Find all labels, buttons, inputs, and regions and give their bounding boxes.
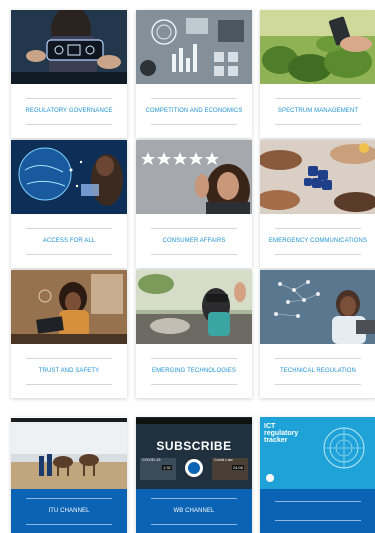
- card-title[interactable]: Spectrum Management: [278, 99, 358, 124]
- competition-economics-image: [136, 10, 252, 84]
- card-label-area: ITU Channel: [11, 489, 127, 533]
- emergency-communications-image: [260, 140, 375, 214]
- wb-channel-image: SUBSCRIBE COVID-19 Covid Law 1:32 24:06: [136, 417, 252, 489]
- divider: [26, 123, 112, 125]
- subscribe-title: SUBSCRIBE: [156, 439, 232, 453]
- card-title[interactable]: Emergency Communications: [269, 229, 367, 254]
- topic-card-spectrum-management[interactable]: Spectrum Management: [260, 10, 375, 138]
- divider: [26, 523, 112, 525]
- channel-card-itu[interactable]: ITU Channel: [11, 417, 127, 533]
- tracker-line-3: tracker: [264, 437, 288, 444]
- card-label-area: Trust and Safety: [11, 344, 127, 398]
- card-label-area: Technical Regulation: [260, 344, 375, 398]
- divider: [275, 253, 361, 255]
- access-for-all-image: [11, 140, 127, 214]
- divider: [26, 383, 112, 385]
- divider: [151, 383, 237, 385]
- regulatory-governance-image: [11, 10, 127, 84]
- card-title[interactable]: Emerging Technologies: [152, 359, 236, 384]
- divider: [275, 123, 361, 125]
- channel-card-wb[interactable]: SUBSCRIBE COVID-19 Covid Law 1:32 24:06 …: [136, 417, 252, 533]
- topic-card-consumer-affairs[interactable]: Consumer Affairs: [136, 140, 252, 268]
- divider: [26, 253, 112, 255]
- consumer-affairs-image: [136, 140, 252, 214]
- card-title[interactable]: ITU Channel: [48, 499, 89, 524]
- card-title[interactable]: Access for All: [43, 229, 95, 254]
- card-title[interactable]: Trust and Safety: [39, 359, 100, 384]
- emerging-technologies-image: [136, 270, 252, 344]
- card-title[interactable]: Regulatory Governance: [25, 99, 112, 124]
- duration-right: 24:06: [232, 465, 245, 470]
- card-title[interactable]: Competition and Economics: [146, 99, 243, 124]
- card-label-area: WB Channel: [136, 489, 252, 533]
- card-label-area: Emerging Technologies: [136, 344, 252, 398]
- technical-regulation-image: [260, 270, 375, 344]
- divider: [151, 123, 237, 125]
- card-label-area: Emergency Communications: [260, 214, 375, 268]
- topic-card-regulatory-governance[interactable]: Regulatory Governance: [11, 10, 127, 138]
- topic-card-competition-economics[interactable]: Competition and Economics: [136, 10, 252, 138]
- card-title[interactable]: WB Channel: [173, 499, 214, 524]
- duration-left: 1:32: [162, 465, 172, 470]
- video-chip-right: Covid Law: [214, 457, 233, 462]
- topic-card-emerging-technologies[interactable]: Emerging Technologies: [136, 270, 252, 398]
- video-chip-left: COVID-19: [142, 457, 161, 462]
- divider: [151, 523, 237, 525]
- card-label-area: Access for All: [11, 214, 127, 268]
- divider: [275, 520, 361, 521]
- tracker-line-1: ICT: [264, 423, 276, 430]
- topic-card-emergency-communications[interactable]: Emergency Communications: [260, 140, 375, 268]
- divider: [275, 501, 361, 502]
- divider: [275, 383, 361, 385]
- card-label-area: [260, 489, 375, 533]
- tracker-line-2: regulatory: [264, 430, 299, 437]
- card-title[interactable]: Consumer Affairs: [163, 229, 226, 254]
- channel-card-ict-tracker[interactable]: ICT regulatory tracker: [260, 417, 375, 533]
- topic-card-trust-and-safety[interactable]: Trust and Safety: [11, 270, 127, 398]
- card-label-area: Regulatory Governance: [11, 84, 127, 138]
- card-label-area: Spectrum Management: [260, 84, 375, 138]
- itu-channel-image: [11, 417, 127, 489]
- trust-and-safety-image: [11, 270, 127, 344]
- topic-card-technical-regulation[interactable]: Technical Regulation: [260, 270, 375, 398]
- spectrum-management-image: [260, 10, 375, 84]
- card-label-area: Consumer Affairs: [136, 214, 252, 268]
- ict-regulatory-tracker-image: ICT regulatory tracker: [260, 417, 375, 489]
- card-label-area: Competition and Economics: [136, 84, 252, 138]
- topic-card-access-for-all[interactable]: Access for All: [11, 140, 127, 268]
- card-title[interactable]: Technical Regulation: [280, 359, 356, 384]
- divider: [151, 253, 237, 255]
